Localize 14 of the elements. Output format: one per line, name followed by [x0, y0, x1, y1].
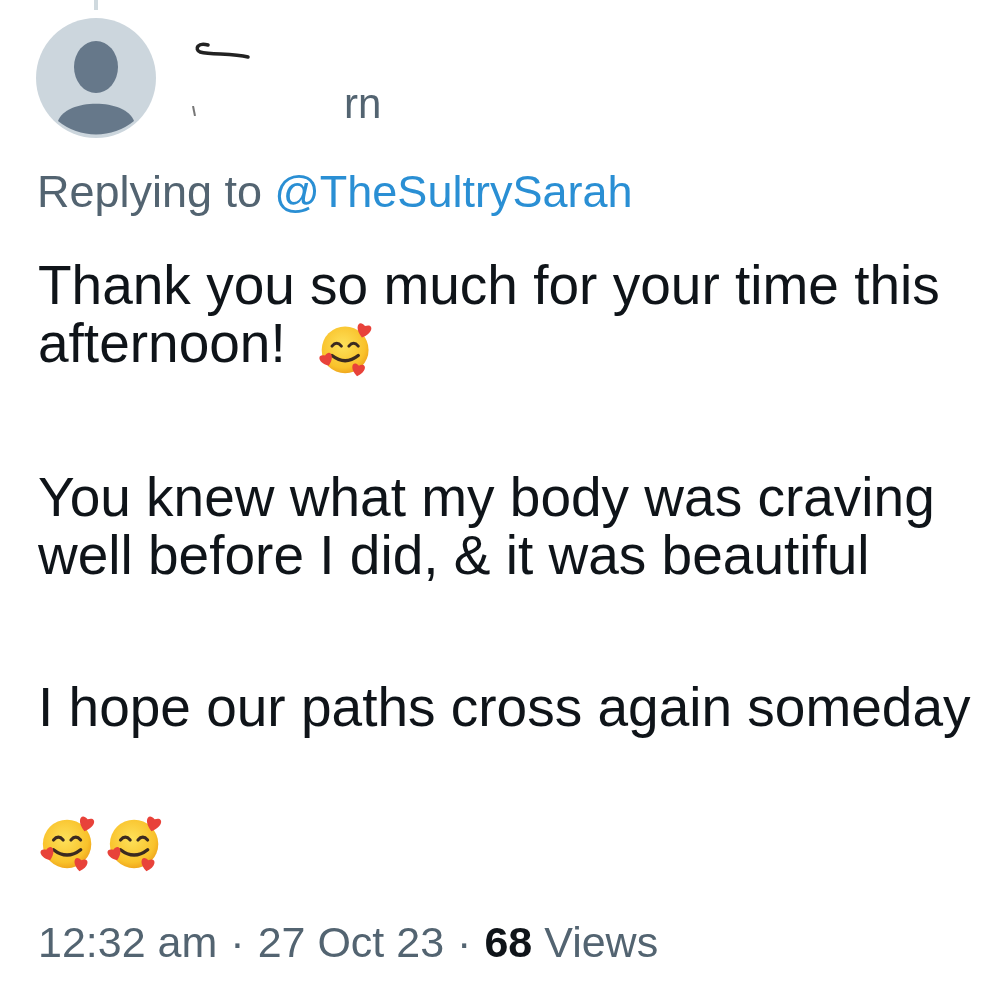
view-count: 68 [484, 917, 533, 967]
views-label: Views [544, 917, 659, 967]
author-name-fragment: rn [344, 84, 382, 124]
avatar-silhouette[interactable] [36, 18, 156, 138]
tweet-text: Thank you so much for your time this [38, 256, 940, 314]
tweet-time: 12:32 am [38, 917, 218, 967]
meta-separator: · [230, 917, 245, 967]
ink-mark-drawing [192, 106, 196, 116]
tweet-text: I hope our paths cross again someday [38, 676, 971, 738]
tweet-text: You knew what my body was craving well before I did, & it was beautiful [38, 466, 935, 586]
reply-handle-link[interactable]: @TheSultrySarah [274, 166, 633, 217]
tweet-date: 27 Oct 23 [257, 917, 445, 967]
replying-to-label: Replying to [37, 166, 263, 217]
meta-separator: · [457, 917, 472, 967]
